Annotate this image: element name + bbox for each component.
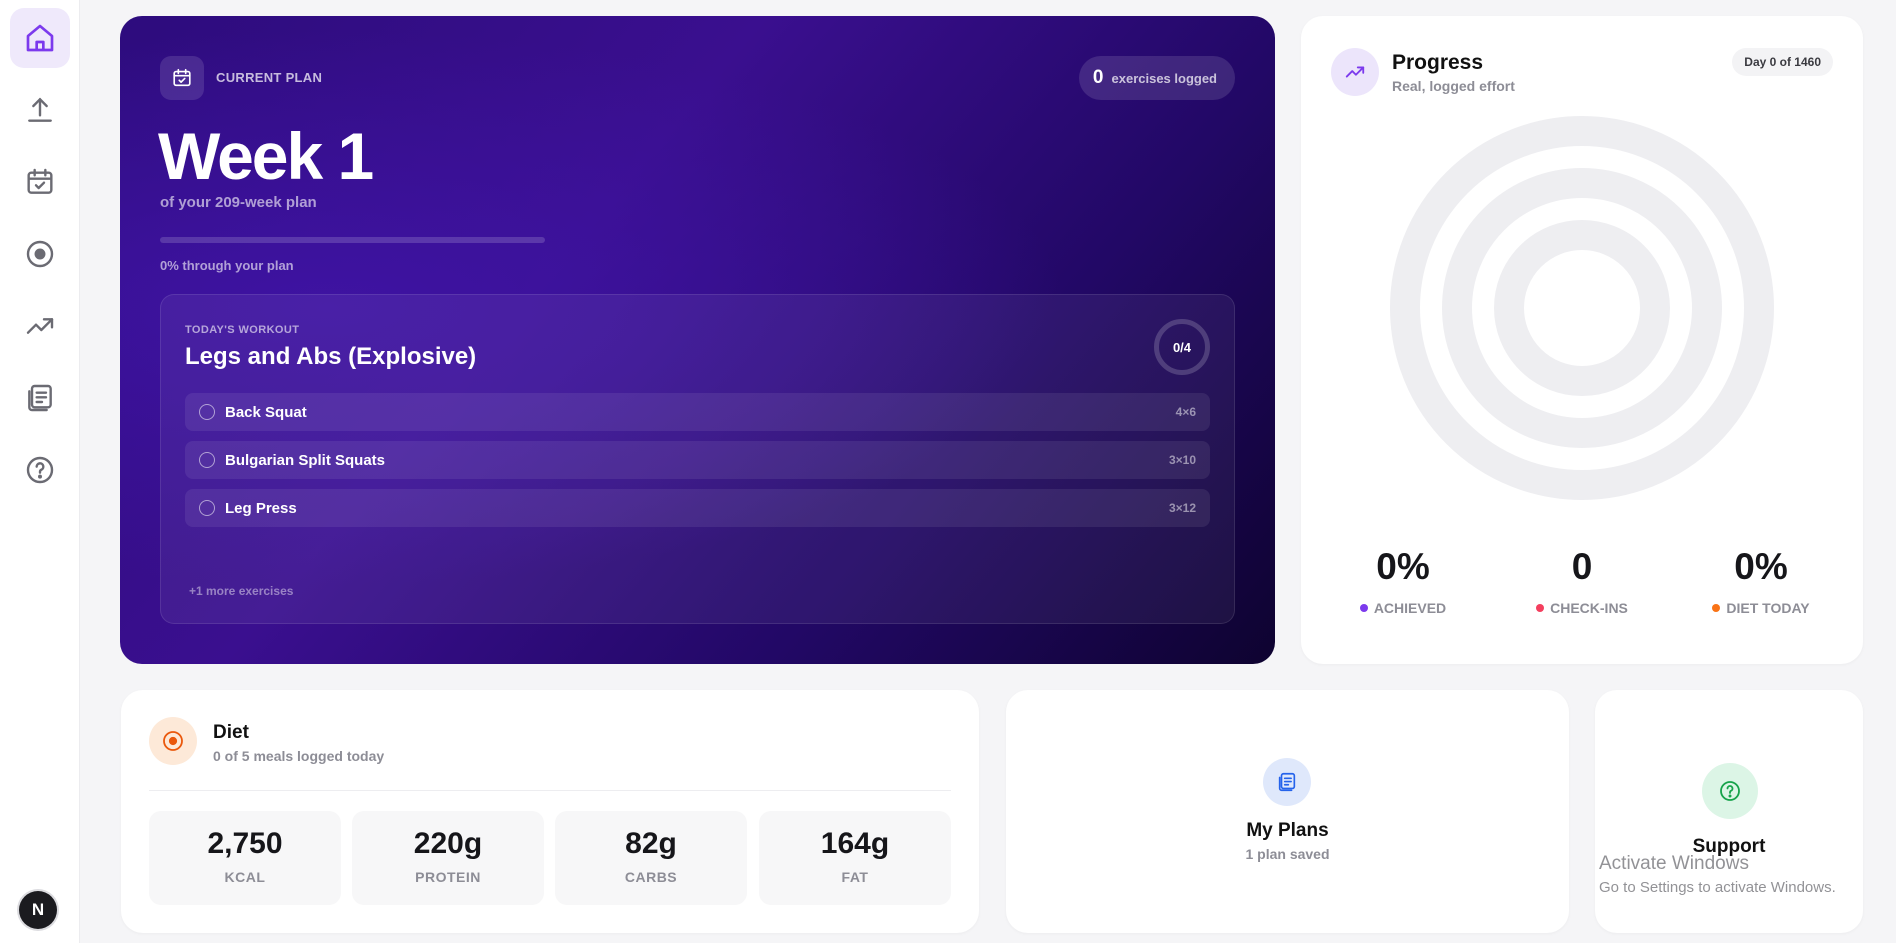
progress-subtitle: Real, logged effort — [1392, 78, 1515, 94]
macro-label: CARBS — [624, 869, 678, 885]
progress-card: Progress Real, logged effort Day 0 of 14… — [1301, 16, 1863, 664]
ring-diet — [1494, 220, 1670, 396]
exercises-logged-count: 0 — [1092, 67, 1104, 88]
macro-label: KCAL — [224, 869, 266, 885]
calendar-icon — [27, 168, 53, 194]
diet-icon — [149, 717, 197, 765]
my-plans-subtitle: 1 plan saved — [1245, 846, 1330, 862]
stat-value: 0% — [1734, 546, 1788, 587]
exercise-row[interactable]: Back Squat 4×6 — [185, 393, 1210, 431]
exercise-sets: 3×12 — [1168, 501, 1196, 515]
macro-value: 164g — [820, 827, 890, 860]
exercise-checkbox[interactable] — [199, 452, 215, 468]
diet-subtitle: 0 of 5 meals logged today — [213, 748, 385, 764]
help-icon — [1702, 763, 1758, 819]
day-counter-badge: Day 0 of 1460 — [1732, 48, 1833, 76]
stat-value: 0% — [1376, 546, 1430, 587]
diet-icon — [26, 240, 54, 268]
macro-label: PROTEIN — [415, 869, 481, 885]
stat-achieved: 0% ACHIEVED — [1323, 546, 1483, 616]
exercises-logged-badge: 0 exercises logged — [1078, 56, 1235, 100]
nav-progress[interactable] — [10, 296, 70, 356]
todays-workout-panel[interactable]: TODAY'S WORKOUT Legs and Abs (Explosive)… — [160, 294, 1235, 624]
stat-check-ins: 0 CHECK-INS — [1502, 546, 1662, 616]
activity-rings — [1390, 116, 1774, 500]
stat-value: 0 — [1571, 546, 1593, 587]
nav-calendar[interactable] — [10, 152, 70, 212]
macro-fat: 164g FAT — [759, 811, 951, 905]
plan-progress-bar — [160, 237, 545, 243]
legend-dot — [1712, 604, 1721, 612]
support-card[interactable]: Support — [1595, 690, 1863, 933]
exercise-checkbox[interactable] — [199, 500, 215, 516]
calendar-check-icon — [160, 56, 204, 100]
trending-up-icon — [26, 318, 54, 334]
my-plans-title: My Plans — [1246, 820, 1329, 841]
macro-value: 82g — [625, 827, 677, 860]
exercise-row[interactable]: Leg Press 3×12 — [185, 489, 1210, 527]
stat-diet-today: 0% DIET TODAY — [1681, 546, 1841, 616]
nav-home[interactable] — [10, 8, 70, 68]
document-list-icon — [1263, 758, 1311, 806]
exercise-name: Back Squat — [225, 403, 307, 421]
watermark-subtitle: Go to Settings to activate Windows. — [1599, 879, 1836, 896]
plan-progress-text: 0% through your plan — [160, 258, 294, 273]
nav-upload[interactable] — [10, 80, 70, 140]
nav-diet[interactable] — [10, 224, 70, 284]
exercise-name: Leg Press — [225, 499, 297, 517]
workout-label: TODAY'S WORKOUT — [185, 324, 300, 336]
document-list-icon — [28, 384, 52, 412]
legend-dot — [1359, 604, 1368, 612]
nav-help[interactable] — [10, 440, 70, 500]
workout-title: Legs and Abs (Explosive) — [185, 343, 477, 370]
macro-label: FAT — [841, 869, 869, 885]
trending-up-icon — [1331, 48, 1379, 96]
exercise-sets: 4×6 — [1175, 405, 1196, 419]
upload-icon — [28, 97, 52, 122]
macro-value: 2,750 — [207, 827, 283, 860]
stat-label: CHECK-INS — [1550, 600, 1628, 616]
diet-card[interactable]: Diet 0 of 5 meals logged today 2,750 KCA… — [121, 690, 979, 933]
my-plans-card[interactable]: My Plans 1 plan saved — [1006, 690, 1569, 933]
week-title: Week 1 — [158, 119, 374, 193]
diet-title: Diet — [213, 722, 249, 743]
workout-progress-ring: 0/4 — [1154, 319, 1210, 375]
stat-label: DIET TODAY — [1726, 600, 1810, 616]
windows-activation-watermark: Activate Windows Go to Settings to activ… — [1599, 853, 1836, 896]
home-icon — [26, 24, 54, 52]
macro-value: 220g — [413, 827, 483, 860]
legend-dot — [1536, 604, 1545, 612]
macro-protein: 220g PROTEIN — [352, 811, 544, 905]
avatar[interactable]: N — [19, 891, 57, 929]
exercise-name: Bulgarian Split Squats — [225, 451, 386, 469]
current-plan-label: CURRENT PLAN — [216, 70, 323, 85]
macro-kcal: 2,750 KCAL — [149, 811, 341, 905]
sidebar: N — [0, 0, 80, 943]
watermark-title: Activate Windows — [1599, 853, 1749, 874]
current-plan-card: CURRENT PLAN 0 exercises logged Week 1 o… — [120, 16, 1275, 664]
exercises-logged-text: exercises logged — [1111, 70, 1218, 86]
week-subtitle: of your 209-week plan — [160, 194, 317, 211]
help-icon — [26, 456, 54, 484]
more-exercises-link[interactable]: +1 more exercises — [189, 584, 293, 598]
macro-carbs: 82g CARBS — [555, 811, 747, 905]
exercise-checkbox[interactable] — [199, 404, 215, 420]
stat-label: ACHIEVED — [1373, 600, 1447, 616]
exercise-sets: 3×10 — [1168, 453, 1196, 467]
divider — [149, 790, 951, 791]
progress-title: Progress — [1392, 51, 1484, 74]
nav-plans[interactable] — [10, 368, 70, 428]
exercise-row[interactable]: Bulgarian Split Squats 3×10 — [185, 441, 1210, 479]
